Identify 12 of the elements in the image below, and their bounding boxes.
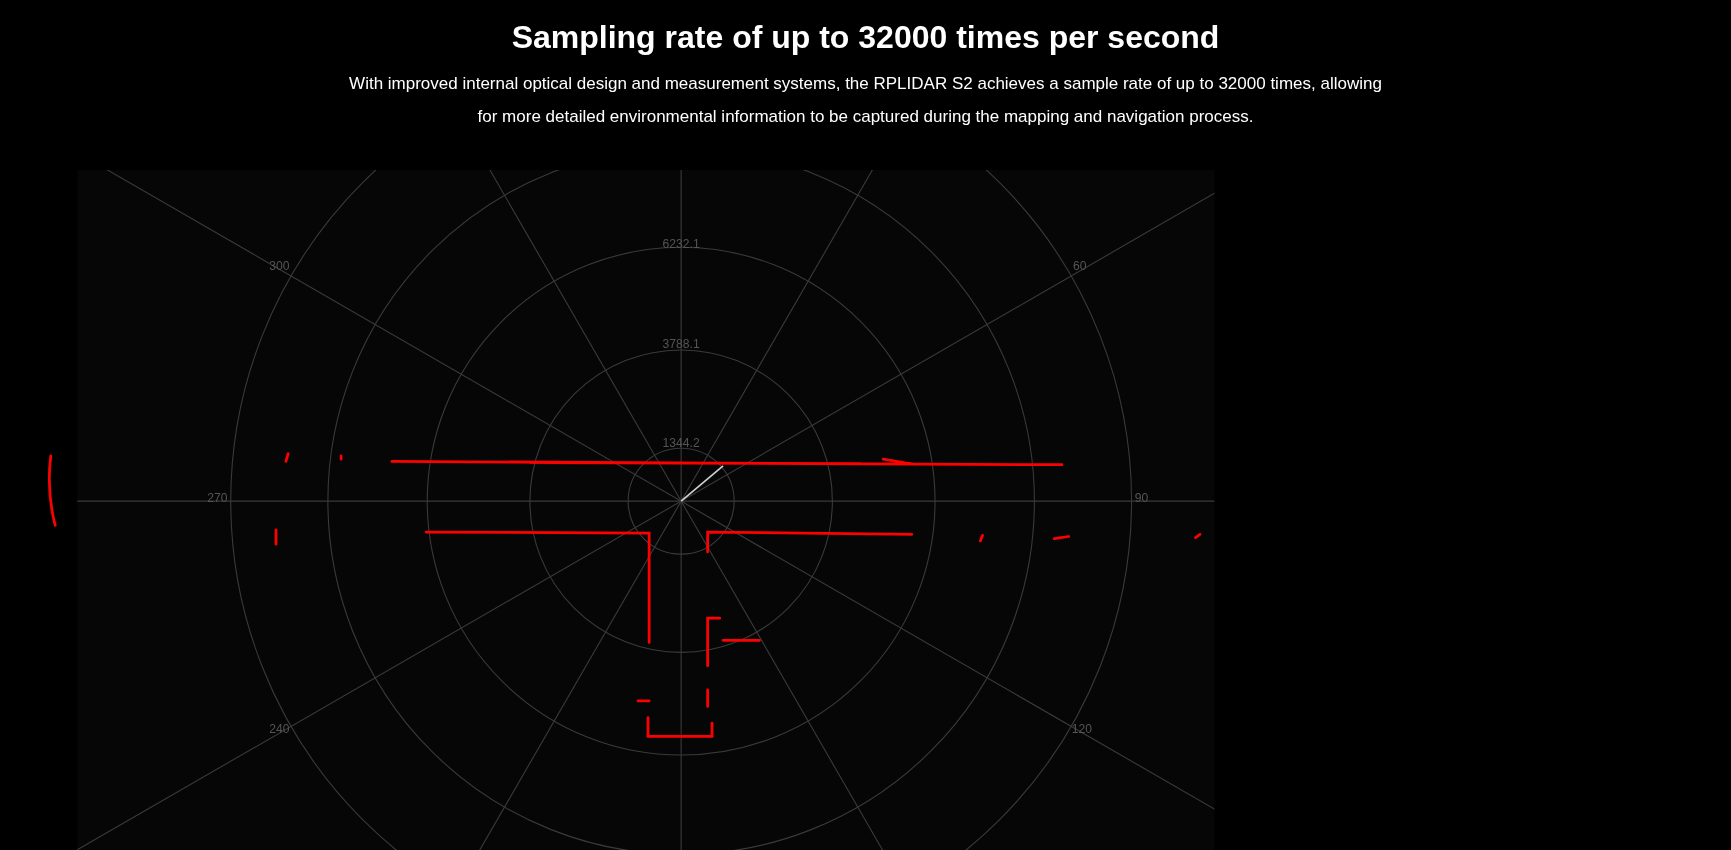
angle-tick-label: 120 [1071,722,1092,736]
sweep-line [680,465,724,502]
angle-tick-label: 270 [207,491,228,506]
angle-tick-label: 60 [1072,259,1087,274]
radial-tick-label: 1344.2 [662,436,700,451]
angle-tick-label: 240 [269,722,290,736]
heading: Sampling rate of up to 32000 times per second [511,18,1220,57]
radial-tick-label: 3788.1 [662,336,700,351]
angle-tick-label: 300 [269,259,290,274]
description: With improved internal optical design and measurement systems, the RPLIDAR S2 achieves a sample rate of up to 32000 times, allowing for more detailed environmental information to be captured during the mapping and navigation process. [348,73,1383,128]
angle-tick-label: 90 [1134,491,1149,506]
radial-tick-label: 6232.1 [662,237,700,252]
